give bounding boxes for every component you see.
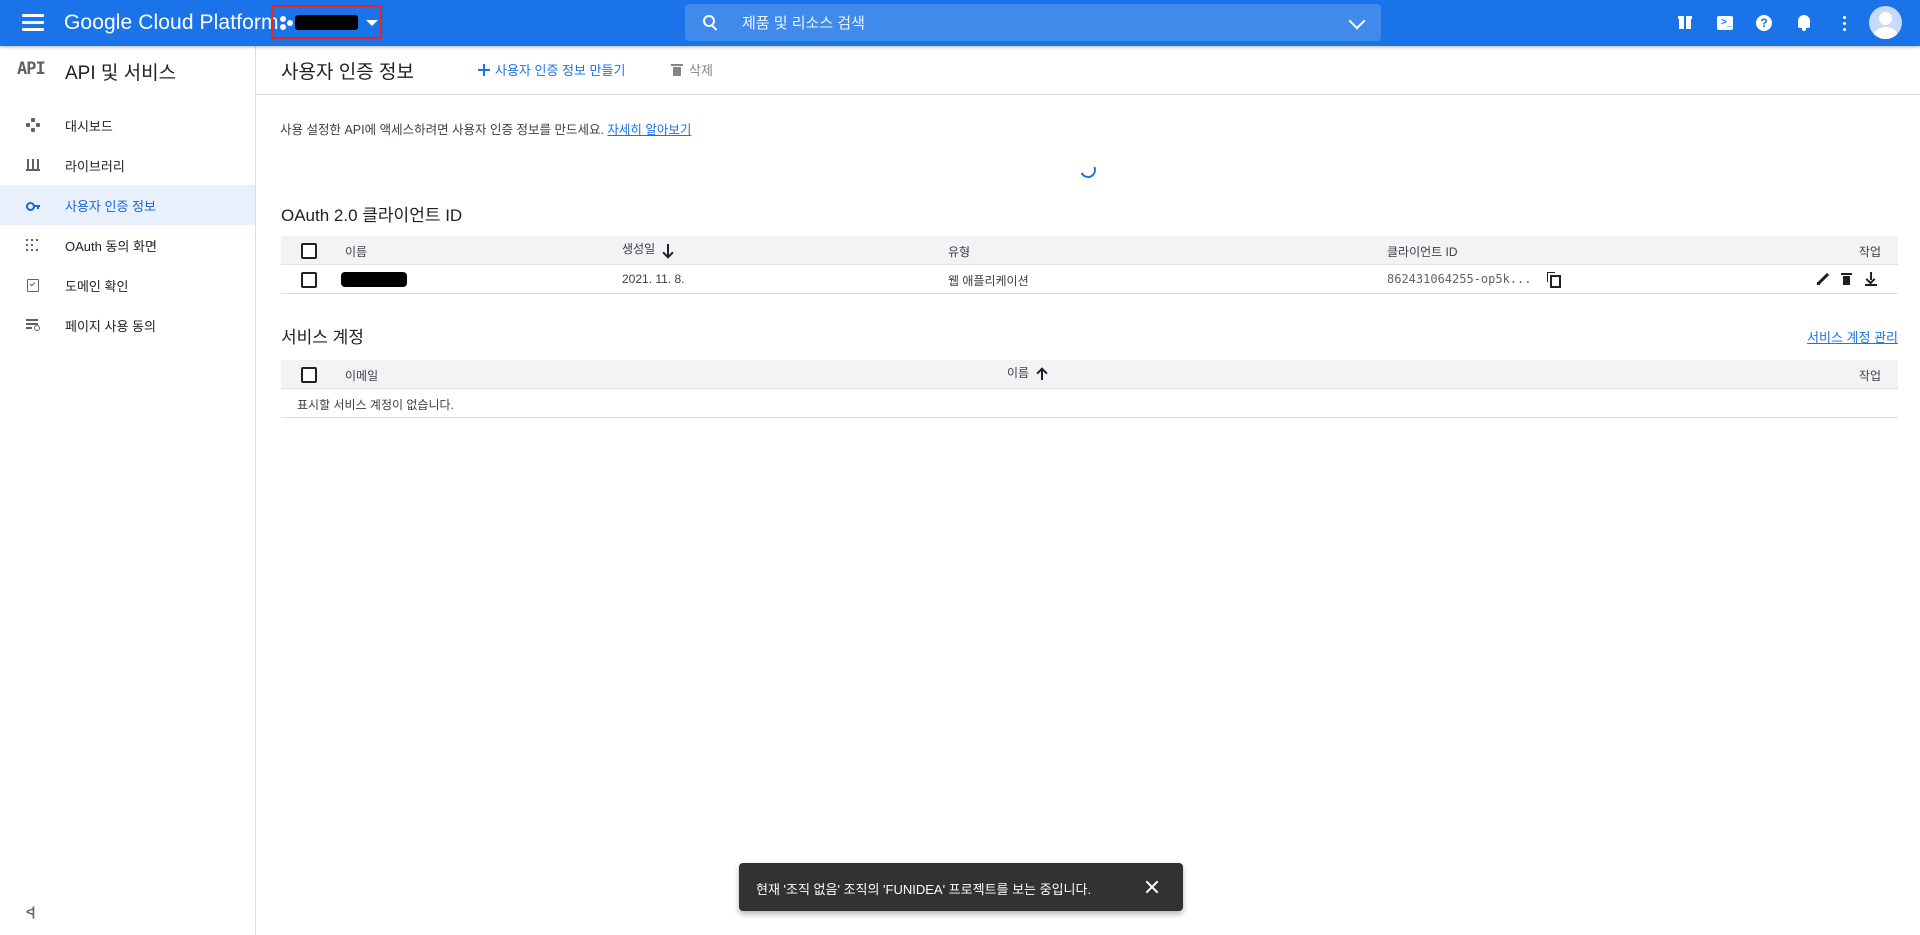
sidebar: API API 및 서비스 대시보드 라이브러리 사용자 인증 정보 OAuth…	[0, 46, 256, 935]
select-all-checkbox[interactable]	[301, 367, 317, 383]
search-bar[interactable]	[685, 4, 1381, 43]
empty-row: 표시할 서비스 계정이 없습니다.	[281, 389, 1898, 418]
sidebar-item-library[interactable]: 라이브러리	[0, 145, 255, 185]
main-content: 사용자 인증 정보 사용자 인증 정보 만들기 삭제 사용 설정한 API에 액…	[256, 46, 1920, 935]
service-accounts-section-title: 서비스 계정	[281, 328, 364, 347]
empty-state-text: 표시할 서비스 계정이 없습니다.	[297, 398, 454, 412]
project-name-redacted	[295, 15, 358, 30]
download-icon[interactable]	[1863, 271, 1879, 287]
intro-text: 사용 설정한 API에 액세스하려면 사용자 인증 정보를 만드세요. 자세히 …	[280, 119, 691, 138]
row-checkbox[interactable]	[301, 272, 317, 288]
snackbar-message: 현재 '조직 없음' 조직의 'FUNIDEA' 프로젝트를 보는 중입니다.	[756, 882, 1092, 897]
row-type: 웹 애플리케이션	[948, 274, 1029, 288]
top-app-bar: Google Cloud Platform >_ ?	[0, 0, 1920, 46]
cloud-shell-icon[interactable]: >_	[1714, 12, 1736, 34]
table-row: 2021. 11. 8. 웹 애플리케이션 862431064255-op5k.…	[281, 265, 1898, 294]
column-header-actions: 작업	[1858, 245, 1881, 259]
column-header-name[interactable]: 이름	[345, 243, 367, 260]
learn-more-link[interactable]: 자세히 알아보기	[607, 123, 691, 137]
sidebar-item-label: OAuth 동의 화면	[65, 239, 157, 254]
sidebar-nav: 대시보드 라이브러리 사용자 인증 정보 OAuth 동의 화면 도메인 확인	[0, 105, 255, 345]
trash-icon	[671, 63, 683, 77]
api-logo-icon: API	[17, 59, 46, 79]
sidebar-item-label: 도메인 확인	[65, 279, 129, 294]
notifications-bell-icon[interactable]	[1793, 12, 1815, 34]
chevron-down-icon[interactable]	[1348, 12, 1366, 30]
sidebar-title: API 및 서비스	[65, 63, 177, 84]
collapse-sidebar-icon[interactable]: <|	[26, 904, 35, 919]
column-header-created[interactable]: 생성일	[622, 240, 673, 257]
service-accounts-table: 이메일 이름 작업 표시할 서비스 계정이 없습니다.	[281, 360, 1898, 418]
sidebar-item-credentials[interactable]: 사용자 인증 정보	[0, 185, 255, 225]
account-avatar[interactable]	[1869, 6, 1902, 39]
loading-spinner-icon	[1077, 159, 1099, 181]
sidebar-item-oauth-consent[interactable]: OAuth 동의 화면	[0, 225, 255, 265]
hamburger-menu-icon[interactable]	[20, 11, 46, 35]
copy-icon[interactable]	[1547, 272, 1561, 288]
sidebar-item-label: 페이지 사용 동의	[65, 319, 156, 334]
row-client-id: 862431064255-op5k...	[1387, 272, 1532, 286]
column-header-client-id[interactable]: 클라이언트 ID	[1387, 243, 1458, 260]
plus-icon	[478, 63, 490, 76]
table-header-row: 이메일 이름 작업	[281, 360, 1898, 389]
sort-arrow-down-icon	[663, 243, 673, 256]
column-header-name[interactable]: 이름	[1007, 364, 1047, 381]
create-credentials-button[interactable]: 사용자 인증 정보 만들기	[478, 60, 625, 79]
sort-arrow-up-icon	[1037, 367, 1047, 380]
sidebar-item-label: 사용자 인증 정보	[65, 199, 156, 214]
search-input[interactable]	[740, 4, 1304, 43]
delete-trash-icon[interactable]	[1839, 271, 1855, 287]
project-selector[interactable]	[271, 5, 382, 39]
page-consent-icon	[26, 318, 40, 332]
row-created-date: 2021. 11. 8.	[622, 272, 685, 286]
oauth-consent-icon	[26, 238, 40, 252]
oauth-section-title: OAuth 2.0 클라이언트 ID	[281, 206, 463, 225]
close-icon[interactable]	[1144, 879, 1160, 895]
gift-icon[interactable]	[1674, 12, 1696, 34]
column-header-email[interactable]: 이메일	[345, 367, 378, 384]
search-icon	[703, 15, 718, 31]
domain-check-icon	[26, 278, 40, 292]
dashboard-icon	[26, 118, 40, 132]
page-title: 사용자 인증 정보	[281, 62, 414, 83]
create-credentials-label: 사용자 인증 정보 만들기	[495, 63, 626, 78]
sidebar-item-label: 라이브러리	[65, 159, 125, 174]
manage-service-accounts-link[interactable]: 서비스 계정 관리	[1807, 327, 1898, 346]
sidebar-header: API API 및 서비스	[0, 46, 255, 93]
key-icon	[26, 198, 40, 212]
brand-title[interactable]: Google Cloud Platform	[64, 11, 279, 35]
project-icon	[280, 16, 294, 30]
sidebar-item-domain-verification[interactable]: 도메인 확인	[0, 265, 255, 305]
column-header-type[interactable]: 유형	[948, 243, 970, 260]
delete-button[interactable]: 삭제	[671, 60, 713, 79]
sidebar-item-dashboard[interactable]: 대시보드	[0, 105, 255, 145]
snackbar: 현재 '조직 없음' 조직의 'FUNIDEA' 프로젝트를 보는 중입니다.	[739, 863, 1183, 911]
intro-message: 사용 설정한 API에 액세스하려면 사용자 인증 정보를 만드세요.	[280, 123, 604, 137]
column-header-name-label: 이름	[1007, 366, 1030, 380]
client-name-redacted[interactable]	[341, 272, 407, 287]
delete-label: 삭제	[689, 63, 713, 78]
edit-pencil-icon[interactable]	[1815, 271, 1831, 287]
sidebar-item-page-consent[interactable]: 페이지 사용 동의	[0, 305, 255, 345]
oauth-clients-table: 이름 생성일 유형 클라이언트 ID 작업 2021. 11. 8. 웹 애플리…	[281, 236, 1898, 294]
table-header-row: 이름 생성일 유형 클라이언트 ID 작업	[281, 236, 1898, 265]
column-header-created-label: 생성일	[622, 242, 656, 256]
page-header: 사용자 인증 정보 사용자 인증 정보 만들기 삭제	[256, 46, 1920, 95]
select-all-checkbox[interactable]	[301, 243, 317, 259]
column-header-actions: 작업	[1858, 369, 1881, 383]
library-icon	[26, 158, 40, 172]
more-vert-icon[interactable]	[1833, 12, 1855, 34]
sidebar-item-label: 대시보드	[65, 119, 113, 134]
caret-down-icon	[366, 20, 378, 26]
help-icon[interactable]: ?	[1753, 12, 1775, 34]
